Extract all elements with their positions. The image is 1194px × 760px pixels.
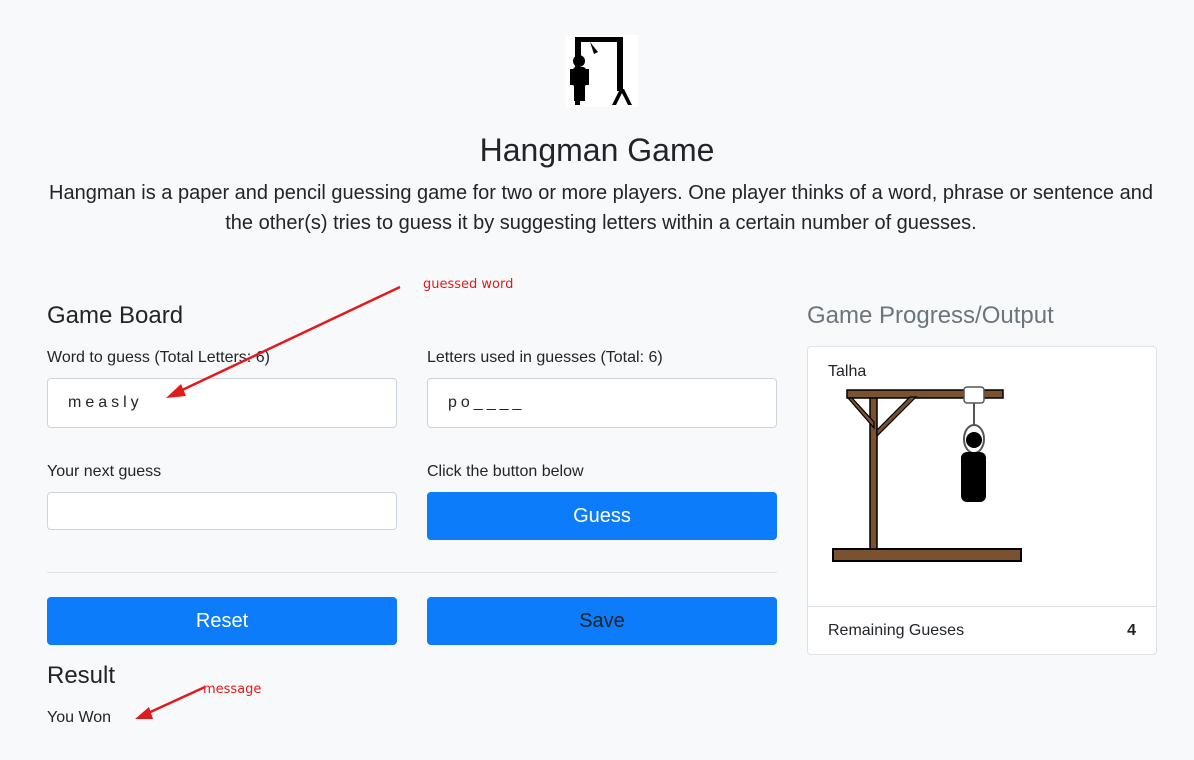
annotation-arrows: [135, 285, 401, 719]
arrowhead-message: [135, 707, 153, 719]
arrowhead-guessed-word: [166, 384, 186, 398]
arrow-to-message: [145, 685, 206, 716]
arrow-to-guessed-word: [177, 285, 401, 394]
